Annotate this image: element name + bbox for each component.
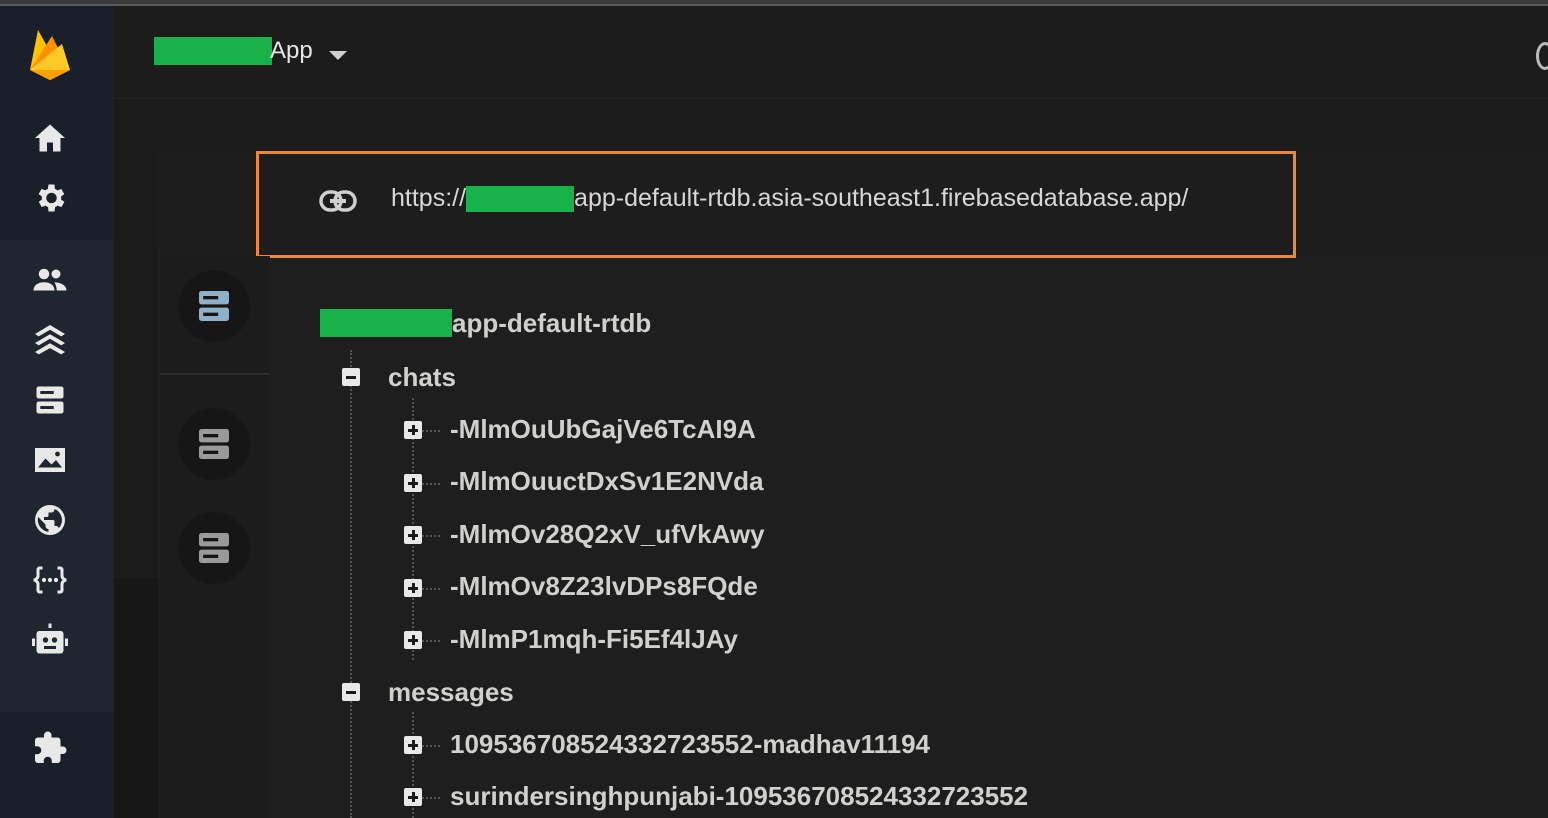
redacted-block — [154, 37, 272, 65]
divider — [160, 373, 270, 375]
tree-node-message[interactable]: surindersinghpunjabi-1095367085243327235… — [450, 781, 1028, 812]
database-icon — [199, 533, 229, 563]
database-icon — [199, 291, 229, 321]
storage-icon[interactable] — [30, 440, 70, 480]
content-left-shade — [114, 578, 158, 818]
users-icon[interactable] — [30, 260, 70, 300]
url-prefix: https:// — [391, 184, 467, 212]
web-icon[interactable] — [30, 500, 70, 540]
database-icon[interactable] — [30, 380, 70, 420]
project-name: App — [270, 37, 313, 64]
tree-node-chat[interactable]: -MlmOv28Q2xV_ufVkAwy — [450, 519, 765, 550]
tree-guide-line — [422, 797, 440, 799]
tree-guide-line — [422, 430, 440, 432]
header-edge-icon — [1536, 42, 1548, 70]
tree-guide-line — [422, 483, 440, 485]
expand-toggle[interactable] — [404, 736, 422, 754]
tree-guide-line — [422, 535, 440, 537]
expand-toggle[interactable] — [404, 526, 422, 544]
root-label: app-default-rtdb — [452, 307, 652, 338]
tree-node-chat[interactable]: -MlmOuuctDxSv1E2NVda — [450, 466, 764, 497]
tree-guide-line — [422, 588, 440, 590]
tree-guide-line — [422, 640, 440, 642]
tree-guide-line — [422, 745, 440, 747]
tree-node-chat[interactable]: -MlmOuUbGajVe6TcAI9A — [450, 414, 756, 445]
expand-toggle[interactable] — [404, 788, 422, 806]
home-icon[interactable] — [30, 118, 70, 158]
collapse-toggle[interactable] — [342, 368, 360, 386]
tree-node-message[interactable]: 109536708524332723552-madhav11194 — [450, 729, 930, 760]
tree-node-messages[interactable]: messages — [388, 677, 514, 708]
database-icon — [199, 429, 229, 459]
chevron-down-icon — [328, 50, 347, 60]
tree-guide-line — [350, 350, 352, 818]
database-instance-button[interactable] — [178, 512, 250, 584]
expand-toggle[interactable] — [404, 421, 422, 439]
top-header: App — [114, 6, 1548, 99]
tree-node-chat[interactable]: -MlmOv8Z23lvDPs8FQde — [450, 571, 758, 602]
database-instance-button[interactable] — [178, 408, 250, 480]
database-instance-button[interactable] — [178, 270, 250, 342]
database-url[interactable]: https:// app-default-rtdb.asia-southeast… — [391, 184, 1188, 213]
settings-icon[interactable] — [30, 178, 70, 218]
hosting-icon[interactable] — [30, 320, 70, 360]
tree-node-chat[interactable]: -MlmP1mqh-Fi5Ef4lJAy — [450, 624, 738, 655]
database-instance-column — [160, 256, 270, 818]
extensions-icon[interactable] — [30, 728, 70, 768]
url-suffix: app-default-rtdb.asia-southeast1.firebas… — [574, 184, 1189, 212]
collapse-toggle[interactable] — [342, 683, 360, 701]
tree-root-node[interactable]: app-default-rtdb — [320, 306, 651, 340]
redacted-block — [466, 185, 575, 212]
expand-toggle[interactable] — [404, 579, 422, 597]
link-icon — [319, 190, 357, 212]
expand-toggle[interactable] — [404, 631, 422, 649]
functions-icon[interactable] — [30, 560, 70, 600]
left-nav-rail — [0, 6, 114, 818]
expand-toggle[interactable] — [404, 474, 422, 492]
project-selector[interactable]: App — [154, 36, 347, 66]
firebase-logo-icon[interactable] — [26, 26, 74, 82]
ml-icon[interactable] — [30, 620, 70, 660]
tree-node-chats[interactable]: chats — [388, 362, 456, 393]
